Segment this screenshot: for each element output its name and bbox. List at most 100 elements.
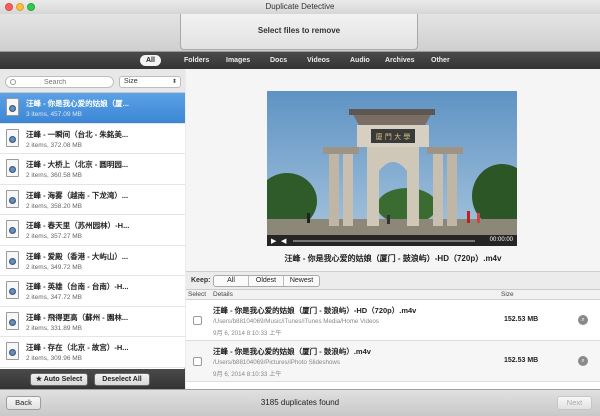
file-path: /Users/b88104069/Pictures/iPhoto Slidesh… <box>213 359 340 366</box>
group-name: 汪峰 - 爱殿（香港 - 大屿山）... <box>26 251 129 261</box>
file-date: 9月 6, 2014 8:10:33 上午 <box>213 330 282 337</box>
file-path: /Users/b88104069/Music/iTunes/iTunes Med… <box>213 318 379 325</box>
file-name: 汪峰 - 你是我心爱的姑娘（厦门 - 鼓浪屿）-HD（720p）.m4v <box>213 306 417 315</box>
video-file-icon <box>6 220 19 238</box>
sort-select[interactable]: Size ⬍ <box>119 76 181 88</box>
select-checkbox[interactable] <box>193 316 202 325</box>
search-field[interactable] <box>5 76 114 88</box>
group-name: 汪峰 - 大桥上（北京 - 圆明园... <box>26 160 129 169</box>
category-tab-all[interactable]: All <box>140 55 161 66</box>
group-item[interactable]: 汪峰 - 你是我心爱的姑娘（厦... 3 items, 457.09 MB <box>0 93 185 124</box>
category-tab-images[interactable]: Images <box>226 55 250 66</box>
group-meta: 2 items, 360.58 MB <box>26 172 82 179</box>
video-preview[interactable]: 廈 門 大 學 <box>267 91 517 246</box>
sort-select-value: Size <box>124 78 138 85</box>
next-button[interactable]: Next <box>557 396 592 410</box>
search-row: Size ⬍ <box>0 69 185 93</box>
select-checkbox[interactable] <box>193 357 202 366</box>
video-file-icon <box>6 98 19 116</box>
group-item[interactable]: 汪峰 - 春天里（苏州园林）-H... 2 items, 357.27 MB <box>0 215 185 246</box>
video-scrubber[interactable] <box>293 240 475 242</box>
group-item[interactable]: 汪峰 - 爱殿（香港 - 大屿山）... 2 items, 349.72 MB <box>0 245 185 276</box>
video-file-icon <box>6 128 19 147</box>
video-file-icon <box>6 189 19 208</box>
table-row[interactable]: 汪峰 - 你是我心爱的姑娘（厦门 - 鼓浪屿）.m4v /Users/b8810… <box>186 341 600 382</box>
group-item[interactable]: 汪峰 - 飛得更高（蘇州 - 園林... 2 items, 331.89 MB <box>0 306 185 337</box>
list-footer: ★ Auto Select Deselect All <box>0 369 185 389</box>
select-files-to-remove-button[interactable]: Select files to remove <box>180 14 418 50</box>
zoom-window-button[interactable] <box>27 3 35 11</box>
table-row[interactable]: 汪峰 - 你是我心爱的姑娘（厦门 - 鼓浪屿）-HD（720p）.m4v /Us… <box>186 300 600 341</box>
keep-option-newest[interactable]: Newest <box>284 276 319 286</box>
category-tab-docs[interactable]: Docs <box>270 55 287 66</box>
reveal-magnifier-icon[interactable]: ⌕ <box>578 315 588 325</box>
group-meta: 2 items, 357.27 MB <box>26 233 82 240</box>
category-tab-folders[interactable]: Folders <box>184 55 209 66</box>
group-name: 汪峰 - 飛得更高（蘇州 - 園林... <box>26 312 129 322</box>
group-name: 汪峰 - 存在（北京 - 故宫）-H... <box>26 343 129 352</box>
group-meta: 2 items, 309.96 MB <box>26 355 82 362</box>
video-file-icon <box>6 311 19 330</box>
file-name: 汪峰 - 你是我心爱的姑娘（厦门 - 鼓浪屿）.m4v <box>213 347 371 356</box>
duplicate-groups-pane: Size ⬍ 汪峰 - 你是我心爱的姑娘（厦... 3 items, 457.0… <box>0 69 185 389</box>
file-date: 9月 6, 2014 8:10:33 上午 <box>213 371 282 378</box>
column-header-size[interactable]: Size <box>501 291 514 298</box>
keep-segmented-control: All Oldest Newest <box>213 275 320 287</box>
group-item[interactable]: 汪峰 - 大桥上（北京 - 圆明园... 2 items, 360.58 MB <box>0 154 185 185</box>
duplicates-count: 3185 duplicates found <box>260 398 340 407</box>
file-size: 152.53 MB <box>504 316 539 323</box>
minimize-window-button[interactable] <box>16 3 24 11</box>
search-icon <box>10 79 16 85</box>
group-meta: 2 items, 347.72 MB <box>26 294 82 301</box>
group-meta: 2 items, 372.08 MB <box>26 141 82 149</box>
table-header: Select Details Size <box>186 290 600 300</box>
duplicate-group-list: 汪峰 - 你是我心爱的姑娘（厦... 3 items, 457.09 MB 汪峰… <box>0 93 185 369</box>
title-bar: Duplicate Detective <box>0 0 600 14</box>
duplicates-table: Select Details Size 汪峰 - 你是我心爱的姑娘（厦门 - 鼓… <box>186 290 600 389</box>
status-bar: Back 3185 duplicates found Next <box>0 389 600 416</box>
gate-plaque-text: 廈 門 大 學 <box>376 132 411 141</box>
group-name: 汪峰 - 春天里（苏州园林）-H... <box>26 221 130 230</box>
play-icon[interactable]: ▶ <box>271 237 276 245</box>
video-file-icon <box>6 342 19 360</box>
keep-bar: Keep: All Oldest Newest <box>186 272 600 290</box>
volume-icon[interactable]: ◀ <box>281 237 286 245</box>
video-time: 00:00:00 <box>489 237 513 243</box>
reveal-magnifier-icon[interactable]: ⌕ <box>578 356 588 366</box>
category-bar: All Folders Images Docs Videos Audio Arc… <box>0 52 600 69</box>
keep-option-oldest[interactable]: Oldest <box>249 276 284 286</box>
group-item[interactable]: 汪峰 - 英雄（台南 - 台南）-H... 2 items, 347.72 MB <box>0 276 185 307</box>
video-file-icon <box>6 159 19 177</box>
keep-option-all[interactable]: All <box>214 276 249 286</box>
video-frame-image: 廈 門 大 學 <box>267 91 517 246</box>
group-name: 汪峰 - 一瞬间（台北 - 朱銘美... <box>26 129 129 139</box>
group-meta: 2 items, 358.20 MB <box>26 202 82 210</box>
group-meta: 2 items, 349.72 MB <box>26 263 82 271</box>
category-tab-videos[interactable]: Videos <box>307 55 330 66</box>
group-name: 汪峰 - 海雾（越南 - 下龙湾）... <box>26 190 129 200</box>
video-file-icon <box>6 281 19 299</box>
group-meta: 3 items, 457.09 MB <box>26 111 82 118</box>
preview-pane: 廈 門 大 學 ▶ ◀ 00:00:00 汪峰 - 你是我心爱的姑娘（厦门 - … <box>186 69 600 272</box>
group-item[interactable]: 汪峰 - 海雾（越南 - 下龙湾）... 2 items, 358.20 MB <box>0 184 185 215</box>
group-item[interactable]: 汪峰 - 一瞬间（台北 - 朱銘美... 2 items, 372.08 MB <box>0 123 185 154</box>
auto-select-button[interactable]: ★ Auto Select <box>30 373 88 386</box>
keep-label: Keep: <box>191 277 211 284</box>
category-tab-audio[interactable]: Audio <box>350 55 370 66</box>
search-input[interactable] <box>44 77 104 87</box>
file-size: 152.53 MB <box>504 357 539 364</box>
group-name: 汪峰 - 英雄（台南 - 台南）-H... <box>26 282 129 291</box>
category-tab-archives[interactable]: Archives <box>385 55 415 66</box>
group-meta: 2 items, 331.89 MB <box>26 324 82 332</box>
column-header-details[interactable]: Details <box>213 291 233 298</box>
category-tab-other[interactable]: Other <box>431 55 450 66</box>
deselect-all-button[interactable]: Deselect All <box>94 373 150 386</box>
column-header-select[interactable]: Select <box>188 291 206 298</box>
toolbar: Select files to remove <box>0 14 600 52</box>
group-name: 汪峰 - 你是我心爱的姑娘（厦... <box>26 99 129 108</box>
video-file-icon <box>6 250 19 269</box>
close-window-button[interactable] <box>5 3 13 11</box>
video-controls: ▶ ◀ 00:00:00 <box>267 235 517 246</box>
group-item[interactable]: 汪峰 - 存在（北京 - 故宫）-H... 2 items, 309.96 MB <box>0 337 185 368</box>
window-title: Duplicate Detective <box>265 2 335 11</box>
